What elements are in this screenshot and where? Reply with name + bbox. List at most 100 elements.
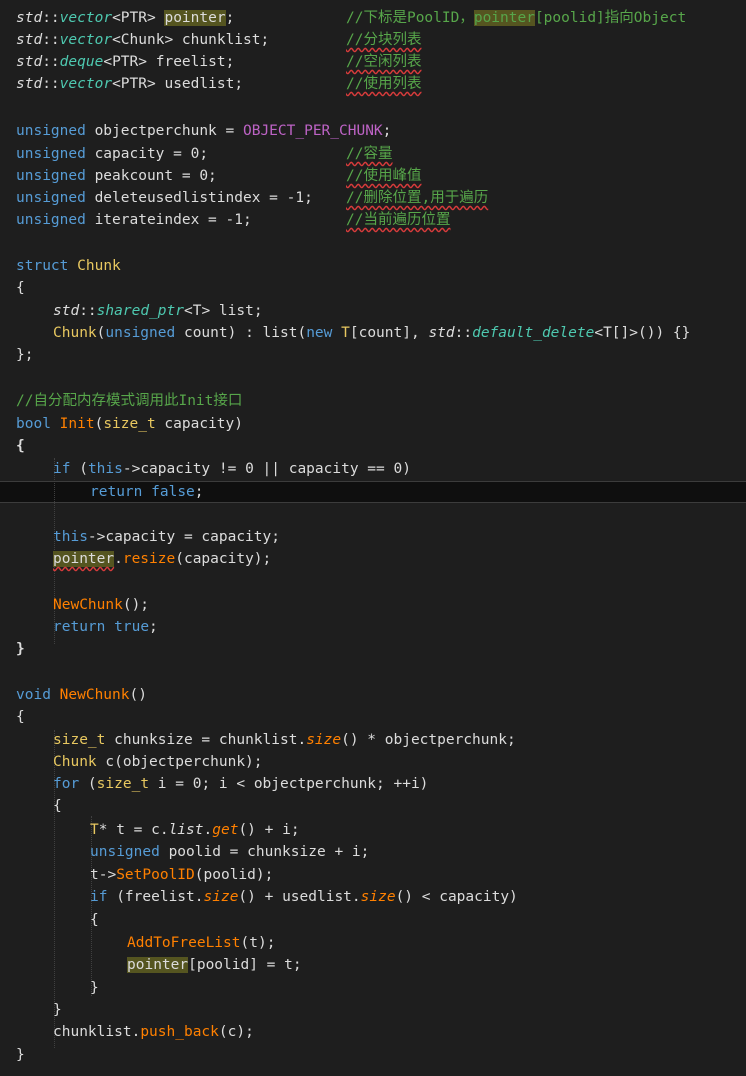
code-line: }	[16, 1044, 25, 1066]
code-text: deleteusedlistindex = -1;	[85, 190, 313, 206]
type-arg-token: PTR	[112, 54, 139, 70]
type-arg-token: PTR	[120, 10, 147, 26]
brace-token: }	[53, 1002, 62, 1018]
comment-token: //自分配内存模式调用此Init接口	[16, 393, 243, 409]
code-line: if (freelist.size() + usedlist.size() < …	[90, 886, 518, 908]
punct-token: (	[79, 776, 97, 792]
type-arg-token: Chunk	[120, 32, 165, 48]
code-comment: //分块列表	[346, 29, 421, 51]
type-token: size_t	[96, 776, 150, 792]
type-token: shared_ptr	[96, 303, 184, 319]
type-token: vector	[59, 76, 113, 92]
function-name-token: Init	[59, 416, 95, 432]
code-line: pointer.resize(capacity);	[53, 548, 271, 570]
code-text: () * objectperchunk;	[341, 732, 516, 748]
type-token: deque	[59, 54, 104, 70]
scope-token: ::	[42, 10, 60, 26]
code-line: return true;	[53, 616, 158, 638]
code-text: (capacity);	[175, 551, 272, 567]
code-text: iterateindex = -1;	[85, 212, 252, 228]
code-line: pointer[poolid] = t;	[127, 954, 302, 976]
punct-token: >	[164, 32, 174, 48]
code-line: std::vector<Chunk> chunklist;	[16, 29, 269, 51]
code-text: (c);	[218, 1024, 254, 1040]
code-text: () + usedlist.	[238, 889, 361, 905]
type-token: vector	[59, 10, 113, 26]
code-line: for (size_t i = 0; i < objectperchunk; +…	[53, 773, 428, 795]
code-line: struct Chunk	[16, 255, 121, 277]
code-text: i = 0; i < objectperchunk; ++i)	[149, 776, 429, 792]
code-text: count) : list(	[175, 325, 307, 341]
code-text: ();	[122, 597, 150, 613]
punct-token: <	[183, 303, 193, 319]
keyword-token: unsigned	[16, 190, 86, 206]
brace-token: }	[90, 980, 99, 996]
scope-token: ::	[42, 54, 60, 70]
keyword-token: unsigned	[16, 212, 86, 228]
code-text: ->capacity = capacity;	[87, 529, 280, 545]
code-editor[interactable]: std::vector<PTR> pointer; //下标是PoolID，po…	[0, 0, 746, 1076]
scope-token: ::	[42, 32, 60, 48]
keyword-token: for	[53, 776, 80, 792]
code-line: {	[53, 795, 62, 817]
function-name-token: NewChunk	[59, 687, 130, 703]
keyword-token: unsigned	[16, 168, 86, 184]
code-line: {	[90, 909, 99, 931]
code-line: }	[90, 977, 99, 999]
code-text: poolid = chunksize + i;	[159, 844, 370, 860]
identifier-token: usedlist	[155, 76, 235, 92]
punct-token: <	[103, 54, 113, 70]
comment-token: //删除位置,用于遍历	[346, 190, 489, 206]
class-name-token: Chunk	[53, 325, 97, 341]
punct-token: ;	[194, 484, 204, 500]
code-line: this->capacity = capacity;	[53, 526, 280, 548]
keyword-token: struct	[16, 258, 69, 274]
function-name-token: resize	[122, 551, 176, 567]
code-line: size_t chunksize = chunklist.size() * ob…	[53, 729, 516, 751]
code-line: std::vector<PTR> usedlist;	[16, 73, 243, 95]
code-line: {	[16, 277, 25, 299]
code-text: (poolid);	[194, 867, 274, 883]
code-text: chunklist.	[53, 1024, 141, 1040]
comment-token: //当前遍历位置	[346, 212, 451, 228]
type-token: size_t	[53, 732, 106, 748]
keyword-token: unsigned	[90, 844, 160, 860]
code-text: ->capacity != 0 || capacity == 0)	[122, 461, 411, 477]
code-text: capacity)	[155, 416, 244, 432]
code-line: unsigned capacity = 0;	[16, 143, 208, 165]
code-text: capacity = 0;	[85, 146, 209, 162]
punct-token: ;	[234, 76, 244, 92]
code-line: {	[16, 435, 25, 457]
comment-token: [poolid]指向Object	[534, 10, 687, 26]
punct-token: >	[138, 54, 147, 70]
brace-token: {	[90, 912, 99, 928]
brace-token: {	[16, 438, 25, 454]
code-line: unsigned peakcount = 0;	[16, 165, 217, 187]
code-line: AddToFreeList(t);	[127, 932, 275, 954]
namespace-token: std	[16, 76, 43, 92]
keyword-token: return	[53, 619, 106, 635]
type-token: T	[341, 325, 350, 341]
code-line: }	[16, 638, 25, 660]
keyword-token: false	[151, 484, 195, 500]
type-arg-token: PTR	[120, 76, 147, 92]
code-line: //自分配内存模式调用此Init接口	[16, 390, 242, 412]
code-comment: //使用列表	[346, 73, 421, 95]
punct-token: ;	[382, 123, 392, 139]
type-token: default_delete	[472, 325, 595, 341]
code-line: bool Init(size_t capacity)	[16, 413, 243, 435]
punct-token: (	[94, 416, 104, 432]
identifier-highlight: pointer	[127, 957, 189, 973]
punct-token: <	[112, 10, 121, 26]
code-text: (t);	[240, 935, 276, 951]
namespace-token: std	[428, 325, 455, 341]
code-line: Chunk(unsigned count) : list(new T[count…	[53, 322, 690, 344]
code-text: () + i;	[238, 822, 300, 838]
code-line: NewChunk();	[53, 594, 149, 616]
code-text: chunksize = chunklist.	[105, 732, 307, 748]
punct-token: <	[112, 32, 121, 48]
code-line: std::vector<PTR> pointer;	[16, 7, 234, 29]
code-text: * t = c.	[98, 822, 169, 838]
namespace-token: std	[16, 54, 43, 70]
